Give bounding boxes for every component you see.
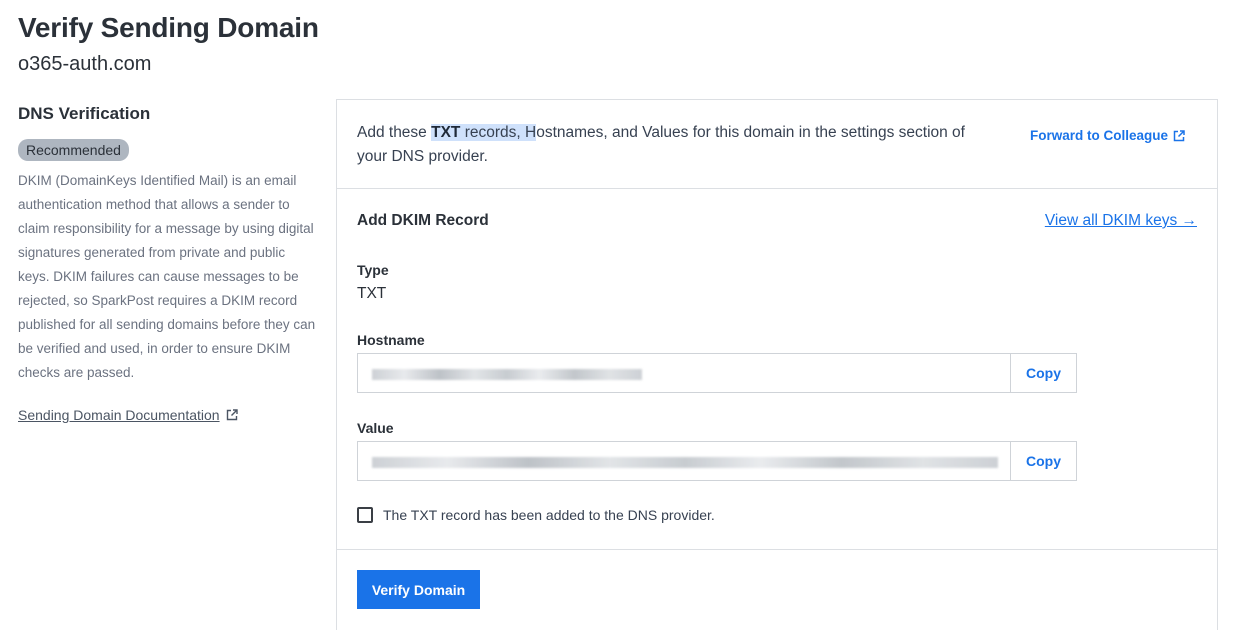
forward-link-label: Forward to Colleague [1029,128,1168,143]
panel-actions: Verify Domain [337,550,1217,630]
txt-record-added-checkbox-row[interactable]: The TXT record has been added to the DNS… [357,507,715,523]
forward-to-colleague-link[interactable]: Forward to Colleague [1030,128,1185,143]
intro-highlight: TXT records, H [431,124,537,141]
dkim-value-redacted[interactable] [358,442,1010,480]
panel-intro-section: Add these TXT records, Hostnames, and Va… [337,100,1217,189]
dkim-description: DKIM (DomainKeys Identified Mail) is an … [18,173,316,380]
checkbox-label: The TXT record has been added to the DNS… [383,507,715,523]
recommended-badge: Recommended [18,139,129,161]
view-all-dkim-keys-link[interactable]: View all DKIM keys → [1045,212,1197,230]
hostname-field: Copy [357,353,1077,393]
doc-link-label: Sending Domain Documentation [18,407,220,423]
section-title: DNS Verification [18,104,151,123]
dkim-panel: Add these TXT records, Hostnames, and Va… [336,99,1218,630]
dkim-record-title: Add DKIM Record [357,212,489,229]
external-link-icon [226,409,238,421]
hostname-value-redacted[interactable] [358,354,1010,392]
hostname-label: Hostname [357,332,425,348]
copy-hostname-button[interactable]: Copy [1010,354,1076,392]
intro-highlighted-rest: records, H [460,124,537,141]
domain-name: o365-auth.com [18,53,152,75]
type-value: TXT [357,285,387,302]
external-link-icon [1173,129,1185,141]
type-label: Type [357,262,389,278]
page-title: Verify Sending Domain [18,12,319,43]
intro-text: Add these TXT records, Hostnames, and Va… [357,121,997,169]
sending-domain-documentation-link[interactable]: Sending Domain Documentation [18,407,238,423]
value-label: Value [357,420,394,436]
dns-verification-sidebar: DNS Verification Recommended DKIM (Domai… [18,104,318,425]
copy-value-button[interactable]: Copy [1010,442,1076,480]
dkim-record-section: Add DKIM Record View all DKIM keys → Typ… [337,189,1217,550]
value-field: Copy [357,441,1077,481]
verify-domain-button[interactable]: Verify Domain [357,570,480,609]
intro-bold: TXT [431,124,461,141]
txt-record-added-checkbox[interactable] [357,507,373,523]
intro-prefix: Add these [357,124,432,141]
